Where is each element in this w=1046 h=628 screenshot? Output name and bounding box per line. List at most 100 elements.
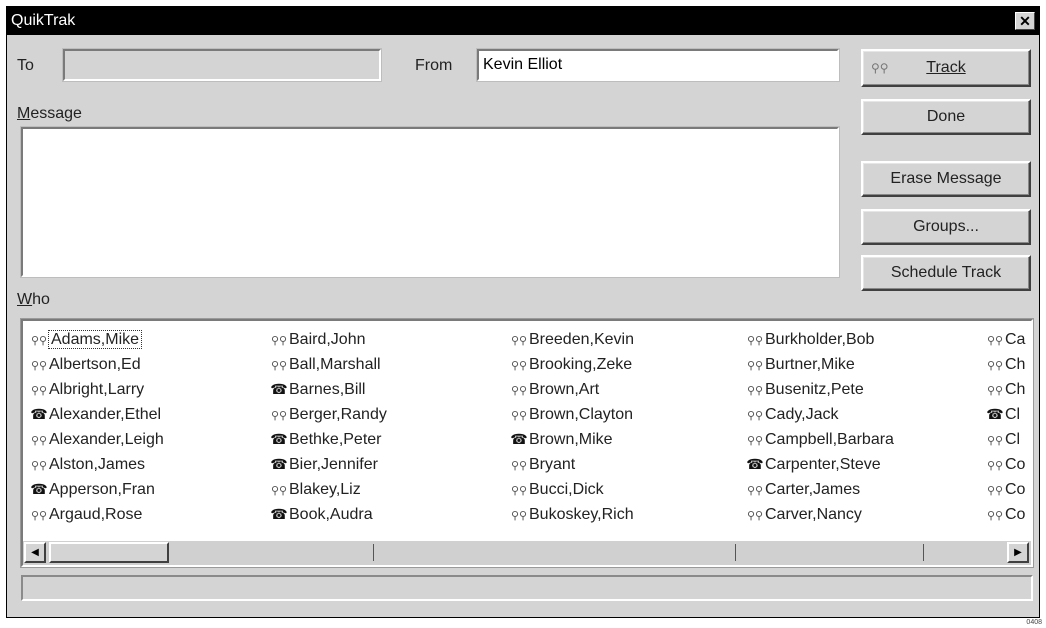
person-list-item[interactable]: ⚲⚲ Blakey,Liz <box>267 477 387 502</box>
person-icon: ⚲⚲ <box>871 61 889 75</box>
person-list-item[interactable]: ⚲⚲ Brown,Clayton <box>507 402 634 427</box>
person-list-item[interactable]: ⚲⚲ Ball,Marshall <box>267 352 387 377</box>
person-list-item[interactable]: ⚲⚲ Alexander,Leigh <box>27 427 164 452</box>
person-name: Cady,Jack <box>765 406 839 423</box>
person-icon: ⚲⚲ <box>986 335 1004 347</box>
person-icon: ⚲⚲ <box>510 460 528 472</box>
person-list-item[interactable]: ⚲⚲ Berger,Randy <box>267 402 387 427</box>
done-button[interactable]: Done <box>861 99 1031 135</box>
track-button-label: Track <box>926 59 966 76</box>
person-list-item[interactable]: ☎Carpenter,Steve <box>743 452 894 477</box>
person-list-item[interactable]: ☎Cl <box>983 402 1025 427</box>
person-icon: ⚲⚲ <box>30 360 48 372</box>
person-list-item[interactable]: ⚲⚲ Adams,Mike <box>27 327 164 352</box>
person-icon: ⚲⚲ <box>986 485 1004 497</box>
close-button[interactable]: ✕ <box>1015 12 1035 30</box>
horizontal-scrollbar[interactable]: ◀ ▶ <box>23 540 1031 565</box>
from-field[interactable]: Kevin Elliot <box>476 48 840 82</box>
scroll-left-button[interactable]: ◀ <box>24 542 46 563</box>
phone-icon: ☎ <box>746 456 764 472</box>
person-list-item[interactable]: ⚲⚲ Burkholder,Bob <box>743 327 894 352</box>
phone-icon: ☎ <box>270 431 288 447</box>
person-list-item[interactable]: ☎Bier,Jennifer <box>267 452 387 477</box>
person-list-item[interactable]: ⚲⚲ Cl <box>983 427 1025 452</box>
track-button[interactable]: ⚲⚲ Track <box>861 49 1031 87</box>
person-icon: ⚲⚲ <box>510 385 528 397</box>
person-list-item[interactable]: ☎Brown,Mike <box>507 427 634 452</box>
phone-icon: ☎ <box>270 506 288 522</box>
schedule-track-button[interactable]: Schedule Track <box>861 255 1031 291</box>
person-icon: ⚲⚲ <box>746 385 764 397</box>
person-name: Bukoskey,Rich <box>529 506 634 523</box>
person-list-item[interactable]: ⚲⚲ Argaud,Rose <box>27 502 164 527</box>
status-bar <box>21 575 1033 601</box>
person-list-item[interactable]: ⚲⚲ Carter,James <box>743 477 894 502</box>
person-name: Alexander,Ethel <box>49 406 162 423</box>
person-name: Carter,James <box>765 481 861 498</box>
person-list-item[interactable]: ⚲⚲ Bryant <box>507 452 634 477</box>
scroll-tick <box>923 544 924 561</box>
person-name: Bier,Jennifer <box>289 456 378 473</box>
person-list-item[interactable]: ☎Alexander,Ethel <box>27 402 164 427</box>
phone-icon: ☎ <box>270 456 288 472</box>
person-name: Book,Audra <box>289 506 373 523</box>
person-name: Apperson,Fran <box>49 481 155 498</box>
person-list-item[interactable]: ⚲⚲ Breeden,Kevin <box>507 327 634 352</box>
person-icon: ⚲⚲ <box>510 410 528 422</box>
person-list-item[interactable]: ⚲⚲ Ch <box>983 377 1026 402</box>
person-list-item[interactable]: ⚲⚲ Baird,John <box>267 327 387 352</box>
person-name: Bryant <box>529 456 576 473</box>
scroll-thumb[interactable] <box>49 542 169 563</box>
person-list-item[interactable]: ⚲⚲ Ch <box>983 352 1026 377</box>
person-list-item[interactable]: ⚲⚲ Brooking,Zeke <box>507 352 634 377</box>
person-list-item[interactable]: ⚲⚲ Brown,Art <box>507 377 634 402</box>
person-list-item[interactable]: ⚲⚲ Bukoskey,Rich <box>507 502 634 527</box>
from-value: Kevin Elliot <box>483 56 563 73</box>
person-list-item[interactable]: ⚲⚲ Co <box>983 502 1026 527</box>
person-list-item[interactable]: ⚲⚲ Co <box>983 477 1026 502</box>
groups-button[interactable]: Groups... <box>861 209 1031 245</box>
person-name: Adams,Mike <box>47 330 143 349</box>
who-column: ⚲⚲ Burkholder,Bob ⚲⚲ Burtner,Mike ⚲⚲ Busenitz… <box>743 327 894 527</box>
person-list-item[interactable]: ⚲⚲ Carver,Nancy <box>743 502 894 527</box>
done-button-label: Done <box>926 108 966 125</box>
person-list-item[interactable]: ☎Barnes,Bill <box>267 377 387 402</box>
erase-message-button[interactable]: Erase Message <box>861 161 1031 197</box>
to-label: To <box>17 57 34 74</box>
person-name: Busenitz,Pete <box>765 381 864 398</box>
to-field[interactable] <box>62 48 382 82</box>
person-list-item[interactable]: ⚲⚲ Cady,Jack <box>743 402 894 427</box>
person-list-item[interactable]: ⚲⚲ Burtner,Mike <box>743 352 894 377</box>
person-list-item[interactable]: ⚲⚲ Busenitz,Pete <box>743 377 894 402</box>
person-name: Brooking,Zeke <box>529 356 633 373</box>
person-list-item[interactable]: ☎Book,Audra <box>267 502 387 527</box>
message-textarea[interactable] <box>20 126 840 278</box>
person-icon: ⚲⚲ <box>986 510 1004 522</box>
who-list[interactable]: ⚲⚲ Adams,Mike ⚲⚲ Albertson,Ed ⚲⚲ Albright,Lar… <box>20 318 1034 568</box>
person-name: Argaud,Rose <box>49 506 143 523</box>
person-name: Co <box>1005 456 1026 473</box>
person-list-item[interactable]: ⚲⚲ Albertson,Ed <box>27 352 164 377</box>
groups-button-label: Groups... <box>913 218 979 235</box>
person-list-item[interactable]: ⚲⚲ Albright,Larry <box>27 377 164 402</box>
person-icon: ⚲⚲ <box>270 410 288 422</box>
close-icon: ✕ <box>1019 13 1031 29</box>
person-name: Ball,Marshall <box>289 356 381 373</box>
person-name: Ca <box>1005 331 1026 348</box>
person-list-item[interactable]: ⚲⚲ Campbell,Barbara <box>743 427 894 452</box>
window-title: QuikTrak <box>11 12 76 29</box>
scroll-right-button[interactable]: ▶ <box>1007 542 1029 563</box>
phone-icon: ☎ <box>30 481 48 497</box>
person-icon: ⚲⚲ <box>986 360 1004 372</box>
schedule-track-label: Schedule Track <box>890 264 1002 281</box>
person-list-item[interactable]: ⚲⚲ Alston,James <box>27 452 164 477</box>
person-list-item[interactable]: ☎Apperson,Fran <box>27 477 164 502</box>
person-icon: ⚲⚲ <box>270 485 288 497</box>
who-column: ⚲⚲ Ca ⚲⚲ Ch ⚲⚲ Ch ☎Cl ⚲⚲ Cl ⚲⚲ Co ⚲⚲ Co ⚲⚲ Co <box>983 327 1025 527</box>
person-list-item[interactable]: ⚲⚲ Bucci,Dick <box>507 477 634 502</box>
person-list-item[interactable]: ⚲⚲ Ca <box>983 327 1026 352</box>
person-list-item[interactable]: ⚲⚲ Co <box>983 452 1026 477</box>
person-icon: ⚲⚲ <box>30 460 48 472</box>
person-icon: ⚲⚲ <box>746 360 764 372</box>
person-list-item[interactable]: ☎Bethke,Peter <box>267 427 387 452</box>
